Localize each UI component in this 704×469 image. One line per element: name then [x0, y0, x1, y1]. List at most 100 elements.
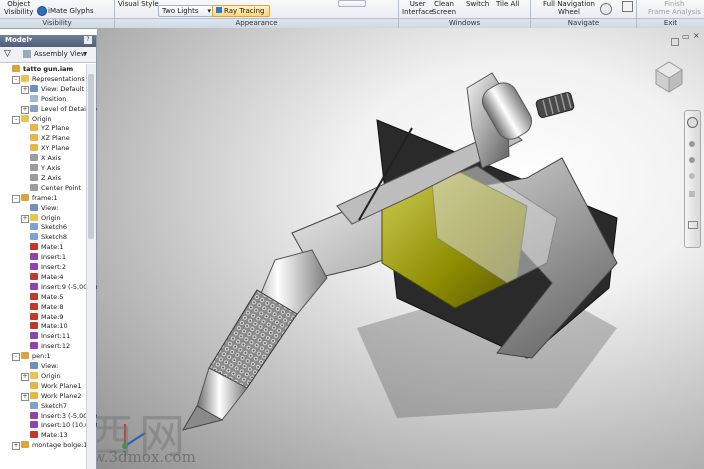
knurled-screw — [535, 92, 575, 118]
browser-scrollbar[interactable] — [86, 64, 96, 469]
pan-icon[interactable] — [689, 141, 695, 147]
lighting-style-value: Two Lights — [162, 7, 199, 15]
tree-item-label: Sketch7 — [41, 401, 68, 410]
expand-icon[interactable]: + — [21, 214, 29, 223]
home-icon[interactable] — [671, 38, 679, 46]
tree-item-label: Mate:8 — [41, 302, 64, 311]
tree-item-label: Mate:5 — [41, 292, 64, 301]
mate-icon — [30, 312, 38, 320]
full-navigation-wheel-button[interactable]: Full Navigation Wheel — [543, 0, 595, 16]
tree-item-label: Work Plane2 — [41, 391, 82, 400]
mate-icon — [30, 302, 38, 310]
pos-icon — [30, 94, 38, 102]
watermark-url: www.3dmox.com — [97, 448, 196, 466]
chevron-down-icon: ▾ — [207, 7, 211, 15]
mate-icon — [30, 431, 38, 439]
tree-item-label: Sketch6 — [41, 223, 68, 232]
chevron-down-icon[interactable]: ▾ — [84, 50, 87, 57]
zoom-icon[interactable] — [689, 157, 695, 163]
expand-icon[interactable]: + — [21, 105, 29, 114]
axis-icon — [30, 154, 38, 162]
part-icon — [21, 193, 29, 201]
part-icon — [21, 352, 29, 360]
ray-tracing-button[interactable]: Ray Tracing — [212, 5, 270, 17]
scrollbar-thumb[interactable] — [88, 74, 94, 239]
view-options-button[interactable] — [338, 0, 366, 7]
collapse-icon[interactable]: - — [12, 115, 20, 124]
tile-all-button[interactable]: Tile All — [496, 0, 519, 8]
insert-icon — [30, 263, 38, 270]
browser-menu-icon[interactable]: ? — [84, 36, 92, 44]
tree-item-label: Mate:4 — [41, 272, 64, 281]
tree-item-label: Insert:2 — [41, 263, 66, 271]
plane-icon — [30, 124, 38, 132]
browser-title[interactable]: Model — [5, 36, 29, 44]
tree-item-label: Origin — [32, 114, 52, 123]
collapse-icon[interactable]: - — [12, 75, 20, 84]
imate-glyphs-icon[interactable] — [37, 6, 47, 16]
graphics-viewport[interactable]: ▭ × 西网 www.3dmox.com — [97, 28, 704, 469]
mate-icon — [30, 322, 38, 330]
view-icon — [30, 362, 38, 369]
orbit-nav-icon[interactable] — [689, 173, 695, 179]
point-icon — [30, 183, 38, 191]
collapse-icon[interactable]: - — [12, 353, 20, 362]
look-at-nav-icon[interactable] — [689, 191, 695, 197]
ray-tracing-label: Ray Tracing — [224, 7, 265, 15]
tree-item-label: Position — [41, 94, 67, 103]
steering-wheel-icon[interactable] — [687, 117, 698, 128]
tree-item-label: View: Default — [41, 84, 85, 93]
expand-icon[interactable]: + — [21, 85, 29, 94]
finish-frame-analysis-button[interactable]: Finish Frame Analysis — [648, 0, 701, 16]
orbit-icon[interactable] — [600, 3, 612, 15]
visual-style-button[interactable]: Visual Style — [118, 0, 159, 8]
plane-icon — [30, 381, 38, 389]
folder-icon — [21, 114, 29, 122]
imate-glyphs-button[interactable]: iMate Glyphs — [48, 7, 94, 15]
viewcube[interactable] — [650, 56, 683, 93]
lighting-style-dropdown[interactable]: Two Lights ▾ — [158, 5, 214, 17]
tree-item-label: pen:1 — [32, 352, 51, 361]
tree-item-label: Z Axis — [41, 173, 62, 182]
expand-icon[interactable]: + — [12, 442, 20, 451]
clean-screen-button[interactable]: Clean Screen — [432, 0, 456, 16]
insert-icon — [30, 342, 38, 350]
collapse-icon[interactable]: - — [12, 194, 20, 203]
sketch-icon — [30, 233, 38, 241]
tree-item-label: Work Plane1 — [41, 381, 82, 390]
object-visibility-button[interactable]: Object Visibility — [4, 0, 33, 16]
restore-window-icon[interactable]: ▭ — [682, 32, 690, 41]
group-visibility: Visibility — [0, 18, 114, 28]
filter-icon[interactable]: ▽ — [4, 49, 11, 59]
tree-item-label: Sketch8 — [41, 233, 68, 242]
group-exit: Exit — [637, 18, 704, 28]
look-at-icon[interactable] — [622, 1, 633, 12]
tree-item-label: tatto gun.iam — [23, 65, 74, 73]
ray-tracing-icon — [216, 7, 222, 13]
tree-item-label: Mate:9 — [41, 312, 64, 321]
switch-button[interactable]: Switch — [466, 0, 489, 8]
tree-item-label: YZ Plane — [41, 124, 70, 133]
tree-item-label: Insert:12 — [41, 342, 71, 351]
full-nav-icon[interactable] — [688, 221, 698, 229]
expand-icon[interactable]: + — [21, 392, 29, 401]
mate-icon — [30, 272, 38, 280]
tree-item-label: Insert:1 — [41, 253, 66, 262]
viewcube-icon[interactable] — [650, 56, 688, 94]
axis-icon — [30, 164, 38, 171]
tree-item-label: frame:1 — [32, 193, 58, 202]
user-interface-button[interactable]: User Interface — [402, 0, 433, 16]
tree-item-label: X Axis — [41, 154, 62, 163]
insert-icon — [30, 411, 38, 419]
folder-icon — [30, 371, 38, 379]
tree-item-label: Origin — [41, 213, 61, 222]
plane-icon — [30, 391, 38, 399]
model-browser: Model ▾ ? ▽ Assembly View ▾ tatto gun.ia… — [0, 35, 100, 469]
close-icon[interactable]: × — [693, 31, 700, 40]
group-windows: Windows — [399, 18, 530, 28]
assembly-view-icon — [23, 50, 31, 58]
expand-icon[interactable]: + — [21, 372, 29, 381]
chevron-down-icon[interactable]: ▾ — [29, 36, 32, 43]
assembly-view-dropdown[interactable]: Assembly View — [34, 50, 87, 58]
navigation-bar — [684, 110, 701, 248]
